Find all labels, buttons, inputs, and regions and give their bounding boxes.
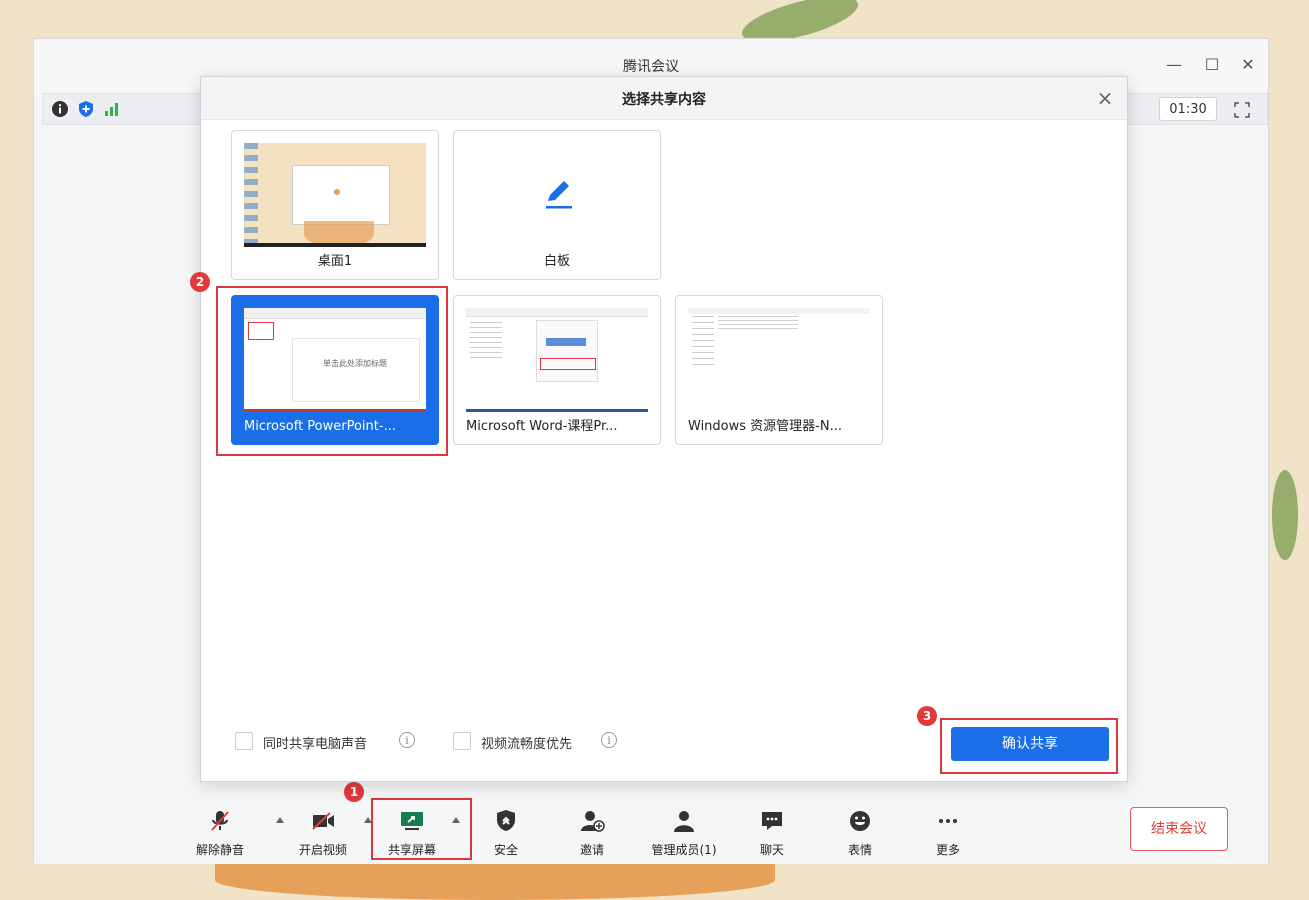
info-icon[interactable]	[51, 100, 69, 118]
share-audio-label: 同时共享电脑声音	[263, 737, 368, 752]
audio-options-caret[interactable]	[276, 817, 284, 823]
share-card-word[interactable]: Microsoft Word-课程Pr...	[453, 295, 661, 445]
share-audio-checkbox[interactable]	[235, 732, 253, 750]
annotation-frame-powerpoint	[216, 286, 448, 456]
manage-members-button[interactable]: 管理成员(1)	[648, 809, 720, 861]
meeting-toolbar: 解除静音 开启视频 共享屏幕 安全 邀请 管理成员(1) 聊天 表情 更多	[34, 799, 1268, 864]
share-card-explorer[interactable]: Windows 资源管理器-N...	[675, 295, 883, 445]
meeting-timer: 01:30	[1159, 97, 1217, 121]
share-card-desktop[interactable]: 桌面1	[231, 130, 439, 280]
more-label: 更多	[935, 843, 960, 857]
manage-members-label: 管理成员(1)	[651, 843, 717, 857]
close-window-icon[interactable]: ✕	[1238, 55, 1258, 74]
dialog-title: 选择共享内容	[622, 92, 706, 108]
annotation-badge-3: 3	[917, 706, 937, 726]
annotation-badge-1: 1	[344, 782, 364, 802]
chat-button[interactable]: 聊天	[736, 809, 808, 861]
share-card-whiteboard[interactable]: 白板	[453, 130, 661, 280]
card-label-whiteboard: 白板	[543, 254, 570, 269]
more-icon	[939, 819, 957, 823]
window-title: 腾讯会议	[623, 59, 679, 75]
dialog-header: 选择共享内容 ×	[201, 77, 1127, 120]
security-button[interactable]: 安全	[470, 809, 542, 861]
annotation-frame-share	[371, 798, 472, 860]
video-priority-info-icon[interactable]: i	[601, 732, 617, 748]
security-label: 安全	[493, 843, 518, 857]
end-meeting-button[interactable]: 结束会议	[1130, 807, 1228, 851]
start-video-button[interactable]: 开启视频	[287, 809, 359, 861]
fullscreen-icon[interactable]	[1231, 99, 1253, 121]
pen-icon	[546, 181, 572, 209]
explorer-thumbnail	[688, 308, 870, 412]
invite-icon	[581, 811, 605, 832]
mic-muted-icon	[211, 811, 229, 831]
emoji-button[interactable]: 表情	[824, 809, 896, 861]
wallpaper-carrot	[215, 860, 775, 900]
members-icon	[674, 811, 694, 832]
maximize-icon[interactable]: ☐	[1202, 55, 1222, 74]
share-audio-info-icon[interactable]: i	[399, 732, 415, 748]
shield-icon	[497, 810, 515, 831]
chat-label: 聊天	[759, 843, 784, 857]
more-button[interactable]: 更多	[912, 809, 984, 861]
share-audio-option[interactable]: 同时共享电脑声音 i	[235, 731, 425, 753]
annotation-frame-confirm	[940, 718, 1118, 774]
security-shield-icon[interactable]	[77, 100, 95, 118]
dialog-close-icon[interactable]: ×	[1095, 86, 1115, 110]
signal-icon[interactable]	[103, 100, 121, 118]
emoji-icon	[850, 811, 870, 831]
minimize-icon[interactable]: —	[1164, 55, 1184, 74]
video-priority-option[interactable]: 视频流畅度优先 i	[453, 731, 623, 753]
invite-label: 邀请	[579, 843, 604, 857]
video-off-icon	[312, 812, 334, 830]
video-priority-checkbox[interactable]	[453, 732, 471, 750]
emoji-label: 表情	[847, 843, 872, 857]
wallpaper-leaf	[1272, 470, 1298, 560]
desktop-thumbnail	[244, 143, 426, 247]
card-label-word: Microsoft Word-课程Pr...	[466, 419, 618, 434]
invite-button[interactable]: 邀请	[556, 809, 628, 861]
start-video-label: 开启视频	[298, 843, 347, 857]
annotation-badge-2: 2	[190, 272, 210, 292]
card-label-explorer: Windows 资源管理器-N...	[688, 419, 842, 434]
chat-icon	[762, 812, 782, 830]
unmute-button[interactable]: 解除静音	[184, 809, 256, 861]
card-label-desktop: 桌面1	[317, 254, 353, 269]
word-thumbnail	[466, 308, 648, 412]
video-priority-label: 视频流畅度优先	[481, 737, 573, 752]
unmute-label: 解除静音	[195, 843, 244, 857]
